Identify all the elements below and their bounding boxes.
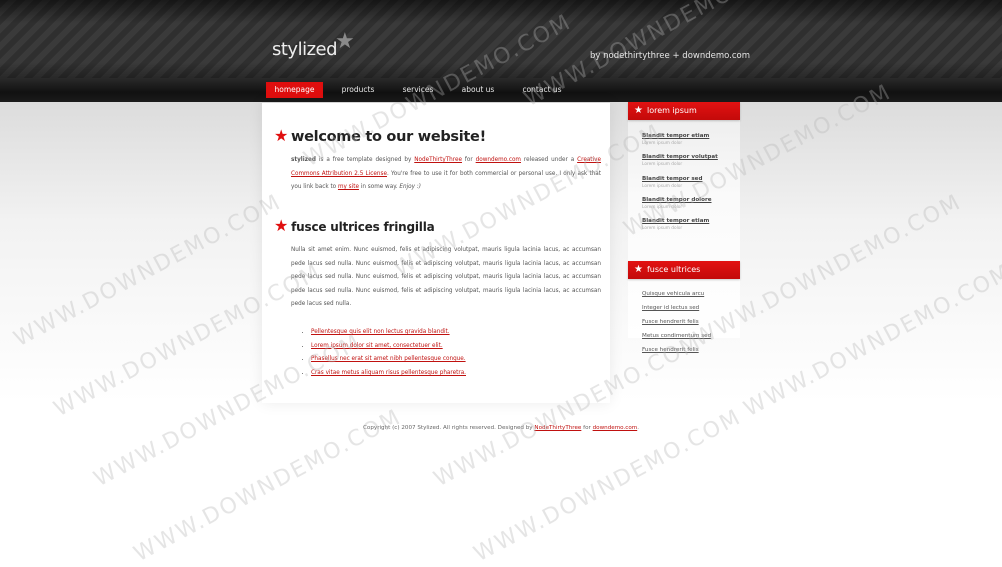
sidebar-link[interactable]: Blandit tempor etiam	[642, 218, 709, 224]
sidebar-link-sub: Lorem ipsum dolor	[642, 226, 683, 231]
list-item: Pellentesque quis elit non lectus gravid…	[311, 326, 466, 340]
sidebar-link[interactable]: Quisque vehicula arcu	[642, 291, 704, 297]
footer-nodethirtythree-link[interactable]: NodeThirtyThree	[534, 425, 581, 431]
sidebar-link-sub: Lorem ipsum dolor	[642, 162, 683, 167]
intro-text: in some way.	[358, 184, 400, 191]
list-link[interactable]: Lorem ipsum dolor sit amet, consectetuer…	[311, 343, 443, 349]
list-link[interactable]: Phasellus nec erat sit amet nibh pellent…	[311, 356, 466, 362]
sidebar-link-sub: Lorem ipsum dolor	[642, 141, 683, 146]
section-title-text: fusce ultrices fringilla	[291, 220, 435, 234]
sidebar-heading-text: fusce ultrices	[646, 265, 701, 274]
sidebar-heading-lorem-ipsum: ★ lorem ipsum	[628, 102, 740, 120]
logo-text: stylized	[272, 39, 338, 60]
star-icon: ★	[274, 216, 289, 235]
list-item: Phasellus nec erat sit amet nibh pellent…	[311, 353, 466, 367]
site-header	[0, 0, 1002, 78]
byline: by nodethirtythree + downdemo.com	[590, 51, 751, 61]
nodethirtythree-link[interactable]: NodeThirtyThree	[414, 157, 462, 163]
list-item: Lorem ipsum dolor sit amet, consectetuer…	[311, 340, 466, 354]
body-paragraph: Nulla sit amet enim. Nunc euismod, felis…	[291, 247, 601, 308]
page-title-text: welcome to our website!	[291, 129, 486, 145]
intro-text: for	[461, 157, 476, 163]
footer-text: Copyright (c) 2007 Stylized. All rights …	[363, 425, 535, 431]
sidebar-link[interactable]: Blandit tempor sed	[642, 176, 702, 182]
footer-downdemo-link[interactable]: downdemo.com	[593, 425, 638, 431]
footer-text: for	[581, 425, 593, 431]
sidebar-link[interactable]: Blandit tempor etiam	[642, 133, 709, 139]
nav-contact-us[interactable]: contact us	[518, 82, 566, 98]
footer-text: .	[637, 425, 639, 431]
intro-paragraph: stylized is a free template designed by …	[291, 154, 601, 195]
sidebar-link[interactable]: Fusce hendrerit felis	[642, 319, 699, 325]
star-icon: ★	[634, 264, 643, 275]
footer: Copyright (c) 2007 Stylized. All rights …	[363, 425, 639, 431]
section-title: ★ fusce ultrices fringilla	[274, 216, 435, 235]
star-icon: ★	[274, 126, 289, 145]
nav-services[interactable]: services	[397, 82, 439, 98]
list-item: Cras vitae metus aliquam risus pellentes…	[311, 367, 466, 381]
my-site-link[interactable]: my site	[338, 184, 359, 190]
main-nav: homepage products services about us cont…	[0, 78, 1002, 102]
sidebar-heading-fusce-ultrices: ★ fusce ultrices	[628, 261, 740, 279]
downdemo-link[interactable]: downdemo.com	[476, 157, 521, 163]
intro-text: released under a	[520, 157, 578, 163]
page-title: ★ welcome to our website!	[274, 126, 486, 145]
link-list: Pellentesque quis elit non lectus gravid…	[301, 326, 466, 380]
nav-about-us[interactable]: about us	[455, 82, 501, 98]
sidebar-link[interactable]: Integer id lectus sed	[642, 305, 699, 311]
brand-name: stylized	[291, 157, 316, 163]
sidebar-link[interactable]: Blandit tempor dolore	[642, 197, 712, 203]
sidebar-heading-text: lorem ipsum	[646, 106, 697, 115]
sidebar-link-sub: Lorem ipsum dolor	[642, 205, 683, 210]
nav-homepage[interactable]: homepage	[266, 82, 323, 98]
site-logo[interactable]: stylized★	[272, 29, 356, 61]
list-link[interactable]: Cras vitae metus aliquam risus pellentes…	[311, 370, 466, 376]
intro-text: is a free template designed by	[315, 157, 415, 163]
list-link[interactable]: Pellentesque quis elit non lectus gravid…	[311, 329, 450, 335]
nav-products[interactable]: products	[335, 82, 381, 98]
sidebar-link[interactable]: Fusce hendrerit felis	[642, 347, 699, 353]
enjoy-text: Enjoy :)	[399, 184, 421, 191]
sidebar-link[interactable]: Blandit tempor volutpat	[642, 154, 718, 160]
sidebar-link[interactable]: Metus condimentum sed	[642, 333, 711, 339]
star-icon: ★	[335, 29, 355, 54]
star-icon: ★	[634, 105, 643, 116]
sidebar-link-sub: Lorem ipsum dolor	[642, 184, 683, 189]
